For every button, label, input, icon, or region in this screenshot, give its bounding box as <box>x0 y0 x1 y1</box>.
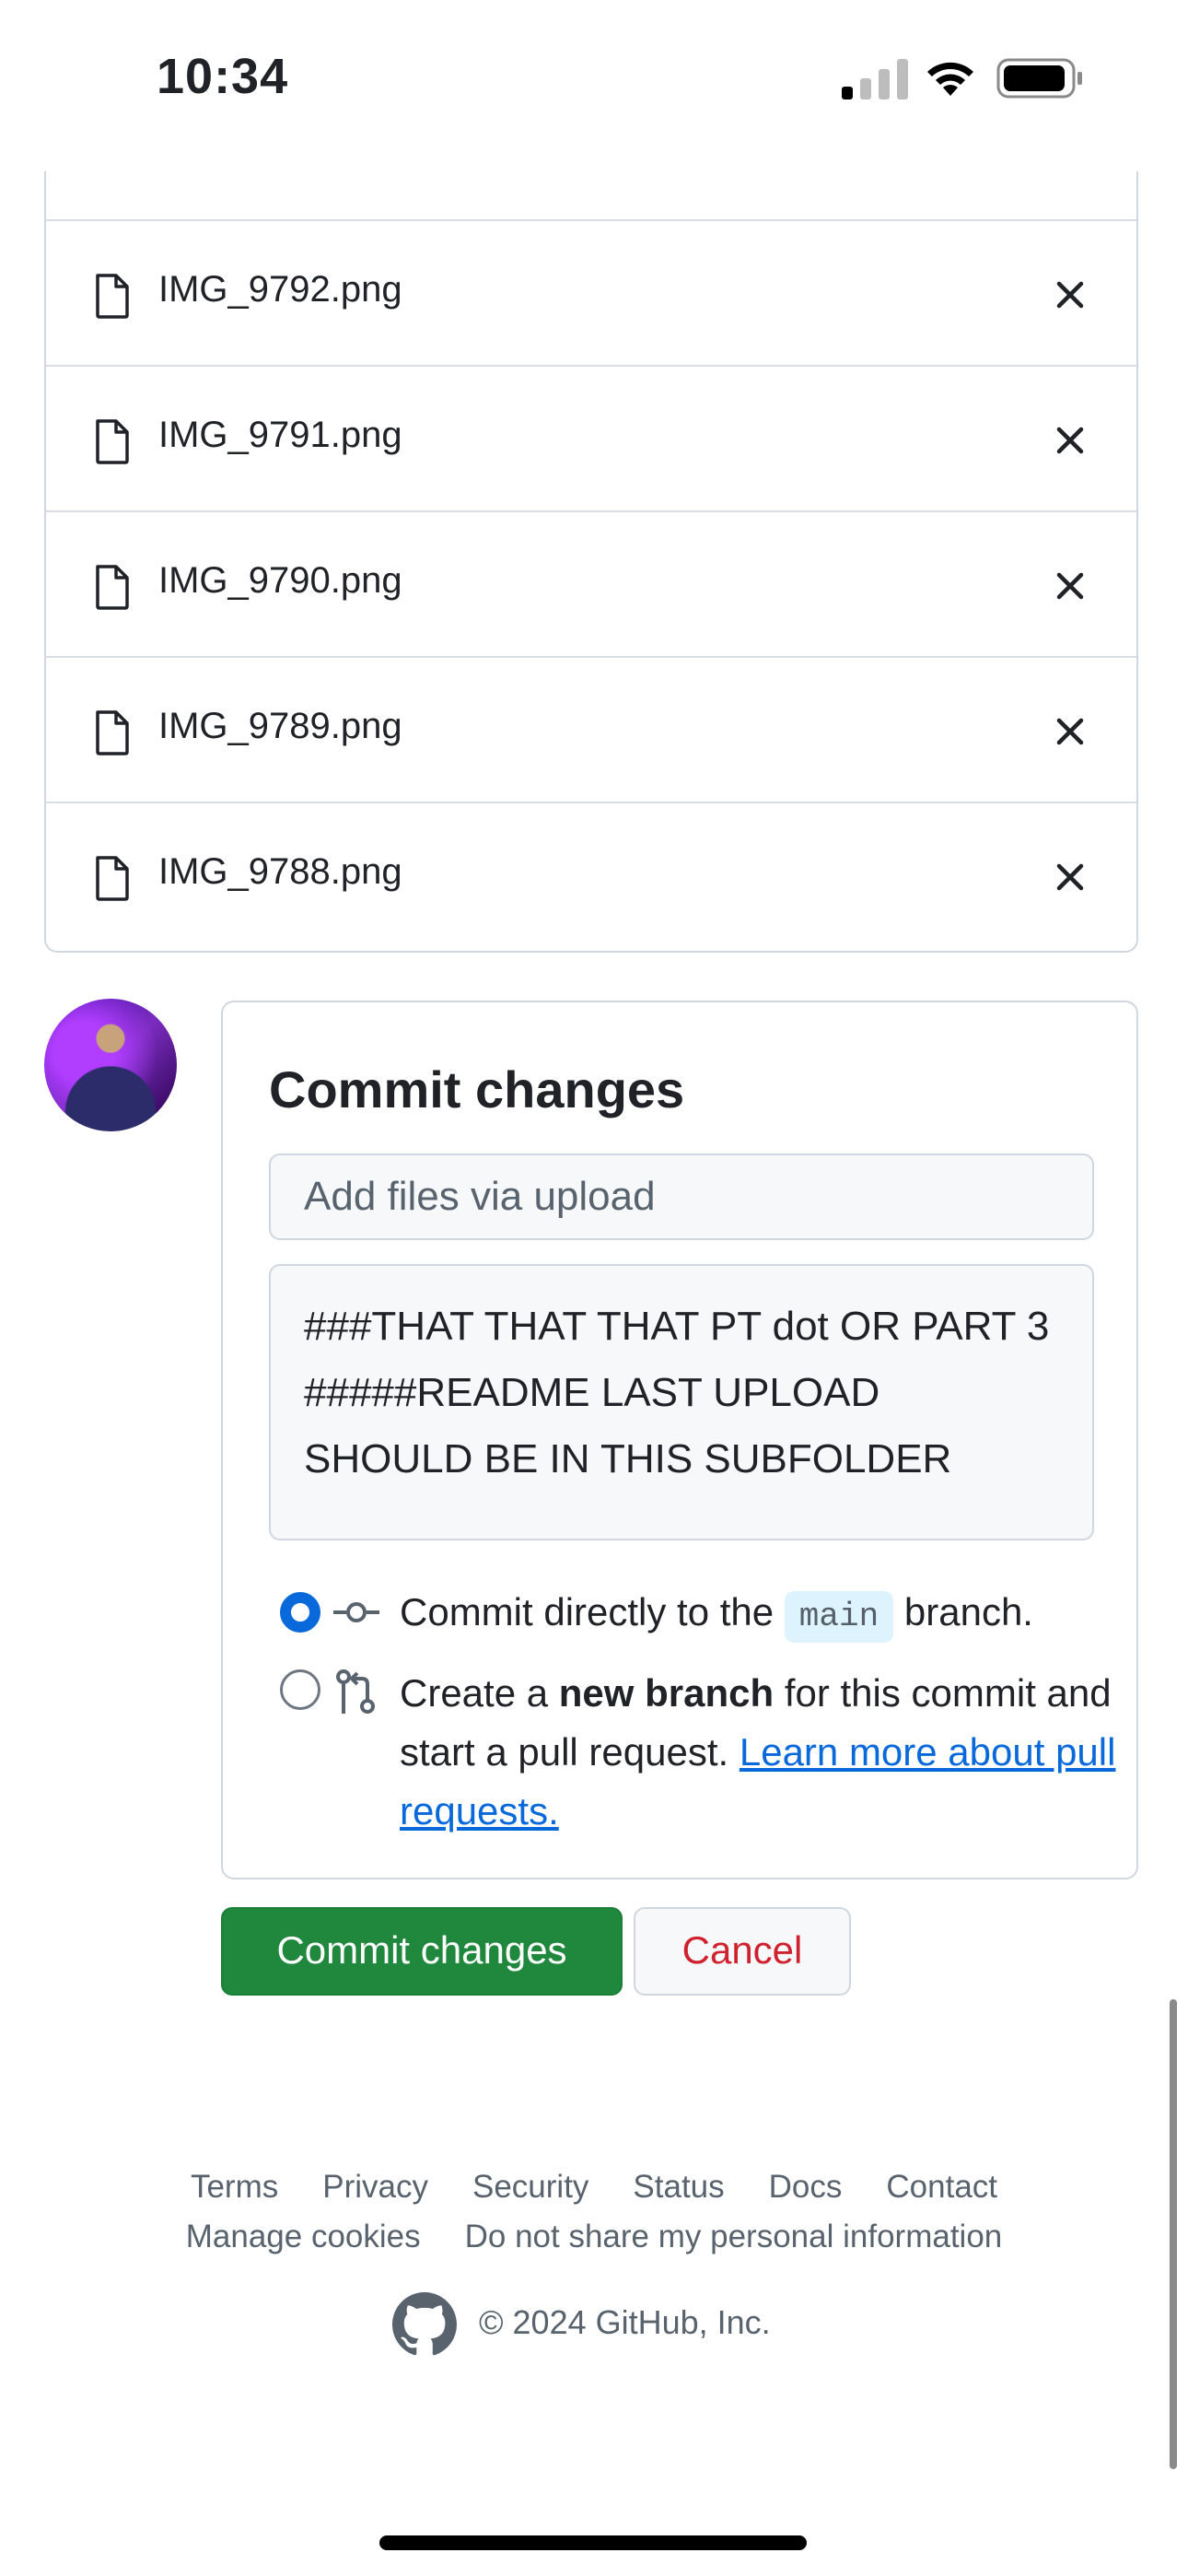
new-branch-label: Create a new branch for this commit and … <box>400 1671 1116 1832</box>
wifi-icon <box>927 62 973 96</box>
github-logo-icon[interactable] <box>392 2292 457 2357</box>
commit-direct-label: Commit directly to the main branch. <box>400 1583 1033 1643</box>
battery-icon <box>996 58 1082 99</box>
git-pull-request-icon <box>336 1669 375 1714</box>
commit-changes-button[interactable]: Commit changes <box>221 1907 623 1996</box>
file-name: IMG_9791.png <box>158 415 402 455</box>
status-time: 10:34 <box>157 49 289 104</box>
footer-link[interactable]: Privacy <box>322 2169 428 2205</box>
footer-link[interactable]: Docs <box>769 2169 843 2205</box>
file-name: IMG_9789.png <box>158 706 402 746</box>
remove-file-icon[interactable] <box>1052 568 1089 604</box>
file-name: IMG_9792.png <box>158 269 402 310</box>
footer-link[interactable]: Manage cookies <box>186 2219 421 2254</box>
footer-link[interactable]: Status <box>633 2169 724 2205</box>
uploaded-file-list: IMG_9792.png IMG_9791.png IMG_9790.png IMG_… <box>44 171 1138 953</box>
remove-file-icon[interactable] <box>1052 422 1089 459</box>
git-commit-icon <box>333 1602 379 1622</box>
remove-file-icon[interactable] <box>1052 713 1089 750</box>
file-icon <box>96 565 129 610</box>
file-icon <box>96 274 129 319</box>
file-row: IMG_9789.png <box>46 656 1136 802</box>
status-bar: 10:34 <box>0 0 1188 166</box>
file-icon <box>96 856 129 901</box>
cancel-button[interactable]: Cancel <box>634 1907 851 1996</box>
footer-links-row-2: Manage cookies Do not share my personal i… <box>0 2219 1188 2255</box>
commit-summary-placeholder: Add files via upload <box>304 1174 656 1219</box>
new-branch-radio[interactable] <box>280 1669 320 1710</box>
home-indicator[interactable] <box>379 2535 807 2550</box>
remove-file-icon[interactable] <box>1052 859 1089 896</box>
footer-link[interactable]: Security <box>472 2169 588 2205</box>
file-row: IMG_9792.png <box>46 219 1136 365</box>
user-avatar[interactable] <box>44 999 177 1131</box>
file-name: IMG_9788.png <box>158 851 402 892</box>
footer-links-row-1: Terms Privacy Security Status Docs Contact <box>0 2169 1188 2206</box>
commit-summary-input[interactable]: Add files via upload <box>269 1153 1094 1240</box>
file-icon <box>96 419 129 464</box>
file-icon <box>96 710 129 755</box>
commit-changes-panel: Commit changes Add files via upload ###T… <box>221 1001 1138 1879</box>
footer-link[interactable]: Terms <box>191 2169 278 2205</box>
commit-direct-radio[interactable] <box>280 1592 320 1633</box>
cellular-signal-icon <box>842 59 908 100</box>
file-row: IMG_9791.png <box>46 365 1136 510</box>
file-row: IMG_9790.png <box>46 510 1136 656</box>
footer-link[interactable]: Do not share my personal information <box>465 2219 1003 2254</box>
file-row: IMG_9788.png <box>46 802 1136 947</box>
remove-file-icon[interactable] <box>1052 276 1089 313</box>
footer-link[interactable]: Contact <box>886 2169 997 2205</box>
commit-title: Commit changes <box>269 1060 685 1118</box>
file-name: IMG_9790.png <box>158 560 402 601</box>
scrollbar[interactable] <box>1170 1999 1177 2469</box>
branch-name-badge: main <box>784 1591 894 1643</box>
copyright-text: © 2024 GitHub, Inc. <box>479 2303 771 2341</box>
commit-description-textarea[interactable]: ###THAT THAT THAT PT dot OR PART 3 #####… <box>269 1264 1094 1540</box>
